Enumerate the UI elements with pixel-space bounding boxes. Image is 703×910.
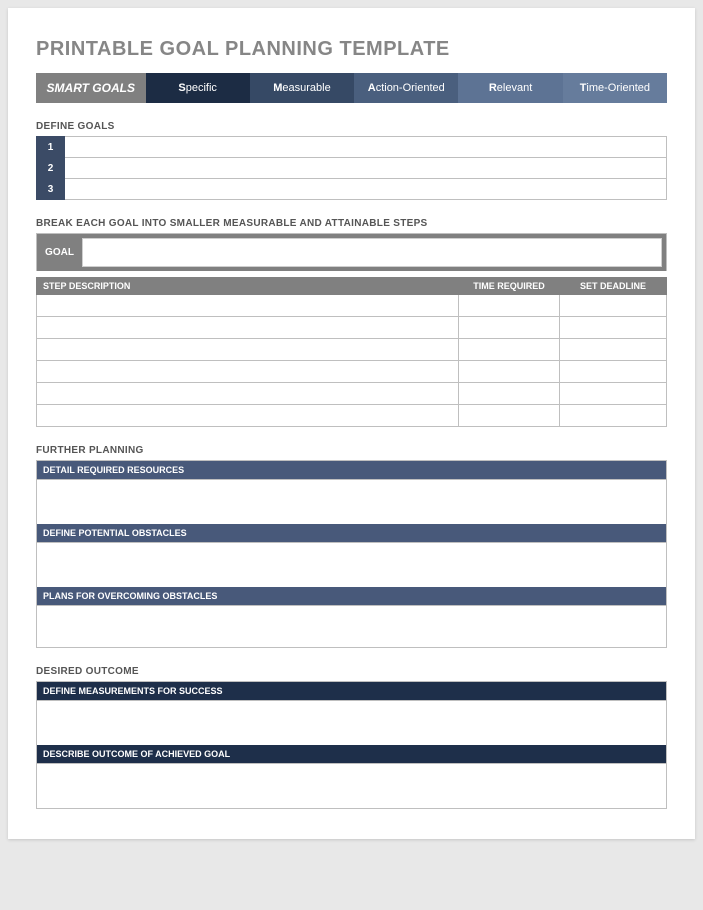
outcome-describe-head: DESCRIBE OUTCOME OF ACHIEVED GOAL: [37, 745, 666, 763]
fp-plans-body[interactable]: [37, 605, 666, 647]
goal-row: 1: [37, 137, 667, 158]
goal-input[interactable]: [65, 158, 667, 179]
fp-obstacles-body[interactable]: [37, 542, 666, 587]
goal-header: GOAL: [36, 233, 667, 271]
step-row: [37, 339, 667, 361]
fp-resources-body[interactable]: [37, 479, 666, 524]
step-cell[interactable]: [459, 339, 560, 361]
goal-header-input[interactable]: [82, 238, 662, 267]
step-cell[interactable]: [559, 405, 666, 427]
step-cell[interactable]: [37, 405, 459, 427]
further-planning-label: FURTHER PLANNING: [36, 445, 667, 456]
outcome-measurements-body[interactable]: [37, 700, 666, 745]
fp-resources: DETAIL REQUIRED RESOURCES DEFINE POTENTI…: [36, 460, 667, 648]
step-cell[interactable]: [37, 339, 459, 361]
step-cell[interactable]: [459, 383, 560, 405]
steps-table: STEP DESCRIPTION TIME REQUIRED SET DEADL…: [36, 277, 667, 427]
fp-obstacles-head: DEFINE POTENTIAL OBSTACLES: [37, 524, 666, 542]
step-cell[interactable]: [459, 405, 560, 427]
fp-plans-head: PLANS FOR OVERCOMING OBSTACLES: [37, 587, 666, 605]
smart-relevant: Relevant: [458, 73, 562, 103]
break-steps-label: BREAK EACH GOAL INTO SMALLER MEASURABLE …: [36, 218, 667, 229]
outcome-describe-body[interactable]: [37, 763, 666, 808]
step-cell[interactable]: [459, 361, 560, 383]
step-row: [37, 317, 667, 339]
smart-measurable: Measurable: [250, 73, 354, 103]
goal-row: 2: [37, 158, 667, 179]
fp-resources-head: DETAIL REQUIRED RESOURCES: [37, 461, 666, 479]
step-row: [37, 361, 667, 383]
step-cell[interactable]: [37, 295, 459, 317]
step-cell[interactable]: [559, 361, 666, 383]
col-time-required: TIME REQUIRED: [459, 278, 560, 295]
smart-action: Action-Oriented: [354, 73, 458, 103]
step-row: [37, 383, 667, 405]
col-set-deadline: SET DEADLINE: [559, 278, 666, 295]
page-title: PRINTABLE GOAL PLANNING TEMPLATE: [36, 38, 667, 61]
smart-time: Time-Oriented: [563, 73, 667, 103]
goal-number: 1: [37, 137, 65, 158]
goal-number: 3: [37, 179, 65, 200]
step-cell[interactable]: [559, 339, 666, 361]
outcome-block: DEFINE MEASUREMENTS FOR SUCCESS DESCRIBE…: [36, 681, 667, 809]
define-goals-label: DEFINE GOALS: [36, 121, 667, 132]
goal-header-label: GOAL: [37, 234, 82, 271]
step-cell[interactable]: [459, 317, 560, 339]
goal-number: 2: [37, 158, 65, 179]
page: PRINTABLE GOAL PLANNING TEMPLATE SMART G…: [8, 8, 695, 839]
goal-input[interactable]: [65, 179, 667, 200]
step-cell[interactable]: [459, 295, 560, 317]
step-cell[interactable]: [37, 383, 459, 405]
col-step-description: STEP DESCRIPTION: [37, 278, 459, 295]
goal-input[interactable]: [65, 137, 667, 158]
step-row: [37, 295, 667, 317]
step-row: [37, 405, 667, 427]
outcome-measurements-head: DEFINE MEASUREMENTS FOR SUCCESS: [37, 682, 666, 700]
step-cell[interactable]: [37, 361, 459, 383]
smart-goals-bar: SMART GOALS Specific Measurable Action-O…: [36, 73, 667, 103]
goal-row: 3: [37, 179, 667, 200]
step-cell[interactable]: [559, 317, 666, 339]
smart-specific: Specific: [146, 73, 250, 103]
define-goals-table: 1 2 3: [36, 136, 667, 200]
step-cell[interactable]: [559, 295, 666, 317]
smart-label: SMART GOALS: [36, 73, 146, 103]
step-cell[interactable]: [37, 317, 459, 339]
desired-outcome-label: DESIRED OUTCOME: [36, 666, 667, 677]
step-cell[interactable]: [559, 383, 666, 405]
